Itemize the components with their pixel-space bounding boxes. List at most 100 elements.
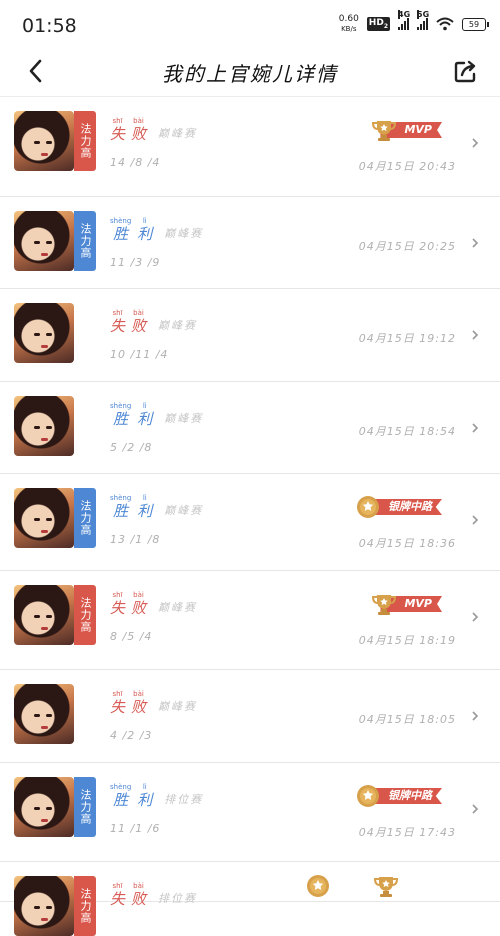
chevron-right-icon [470, 420, 480, 434]
mvp-badge: MVP [370, 115, 442, 145]
result-pinyin: shèng [110, 217, 132, 225]
result-hanzi: 胜 [113, 225, 129, 243]
status-bar: 01:58 0.60 KB/s HD2 4G 5G 59 [0, 0, 500, 48]
result-hanzi: 败 [131, 698, 147, 716]
match-result: shī 失 bài 败巅峰赛 [110, 309, 197, 335]
hero-tag: 法力高 [74, 211, 96, 271]
result-pinyin: lì [142, 783, 147, 791]
page-title: 我的上官婉儿详情 [162, 62, 338, 86]
match-row-content: shèng 胜 lì 利巅峰赛 5 /2 /8 04月15日 18:54 [0, 382, 500, 473]
game-mode: 巅峰赛 [158, 319, 198, 332]
hero-avatar [14, 396, 74, 456]
kda-score: 5 /2 /8 [110, 441, 153, 454]
result-label: shī 失 bài 败 [110, 690, 146, 716]
result-hanzi: 利 [137, 502, 153, 520]
result-label: shèng 胜 lì 利 [110, 217, 152, 243]
match-result: shī 失 bài 败排位赛 [110, 882, 197, 908]
result-pinyin: lì [142, 217, 147, 225]
share-button[interactable] [450, 54, 480, 88]
medal-icon [354, 782, 382, 810]
result-char: shī 失 [110, 309, 125, 335]
net-speed-value: 0.60 [338, 14, 359, 24]
result-pinyin: shī [112, 117, 123, 125]
result-pinyin: bài [133, 591, 144, 599]
chevron-right-icon [470, 801, 480, 815]
result-hanzi: 败 [131, 890, 147, 908]
kda-score: 14 /8 /4 [110, 156, 161, 169]
wifi-icon [436, 17, 454, 31]
chevron-right-icon [470, 609, 480, 623]
result-pinyin: shī [112, 690, 123, 698]
match-row[interactable]: 法力高 shèng 胜 lì 利排位赛 11 /1 /6 04月15日 17:43 银牌中路 [0, 763, 500, 862]
match-list: 法力高 shī 失 bài 败巅峰赛 14 /8 /4 04月15日 20:43 MVP 法力高… [0, 97, 500, 936]
share-icon [454, 60, 476, 83]
result-label: shī 失 bài 败 [110, 309, 146, 335]
mvp-badge: MVP [370, 589, 442, 619]
result-hanzi: 败 [131, 317, 147, 335]
chevron-right-icon [470, 235, 480, 249]
hero-avatar [14, 303, 74, 363]
hero-tag: 法力高 [74, 585, 96, 645]
game-mode: 巅峰赛 [164, 504, 204, 517]
hero-avatar [14, 585, 74, 645]
match-row[interactable]: 法力高 shèng 胜 lì 利巅峰赛 13 /1 /8 04月15日 18:36 银牌中路 [0, 474, 500, 571]
result-label: shèng 胜 lì 利 [110, 783, 152, 809]
match-time: 04月15日 17:43 [358, 826, 456, 839]
chevron-right-icon [470, 512, 480, 526]
result-char: lì 利 [137, 494, 152, 520]
result-char: bài 败 [131, 882, 146, 908]
result-pinyin: bài [133, 690, 144, 698]
status-icons: 0.60 KB/s HD2 4G 5G 59 [338, 10, 489, 34]
result-pinyin: shī [112, 309, 123, 317]
match-row[interactable]: 法力高 shèng 胜 lì 利巅峰赛 11 /3 /9 04月15日 20:25 [0, 197, 500, 289]
signal-4g-icon: 4G [398, 10, 410, 30]
match-row[interactable]: 法力高 shī 失 bài 败巅峰赛 8 /5 /4 04月15日 18:19 MVP [0, 571, 500, 670]
result-label: shī 失 bài 败 [110, 591, 146, 617]
trophy-icon [370, 116, 398, 144]
chevron-right-icon [470, 327, 480, 341]
match-time: 04月15日 18:54 [358, 425, 456, 438]
result-hanzi: 败 [131, 599, 147, 617]
result-hanzi: 胜 [113, 410, 129, 428]
result-hanzi: 胜 [113, 791, 129, 809]
result-char: shī 失 [110, 690, 125, 716]
match-row-content: 法力高 shèng 胜 lì 利巅峰赛 11 /3 /9 04月15日 20:25 [0, 197, 500, 288]
match-row-content: 法力高 shèng 胜 lì 利排位赛 11 /1 /6 04月15日 17:43 银牌中路 [0, 763, 500, 861]
chevron-right-icon [470, 135, 480, 149]
match-row-content: 法力高 shī 失 bài 败排位赛 [0, 862, 500, 936]
hero-tag: 法力高 [74, 777, 96, 837]
chevron-right-icon [470, 708, 480, 722]
hero-avatar [14, 876, 74, 936]
kda-score: 11 /3 /9 [110, 256, 161, 269]
game-mode: 排位赛 [158, 892, 198, 905]
match-time: 04月15日 20:43 [358, 160, 456, 173]
silver-mid-badge: 银牌中路 [354, 492, 442, 522]
result-label: shī 失 bài 败 [110, 882, 146, 908]
result-char: bài 败 [131, 117, 146, 143]
battery-icon: 59 [462, 17, 489, 31]
signal-5g-icon: 5G [417, 10, 429, 30]
match-row-content: shī 失 bài 败巅峰赛 4 /2 /3 04月15日 18:05 [0, 670, 500, 762]
status-time: 01:58 [22, 15, 77, 37]
result-pinyin: shī [112, 882, 123, 890]
silver-mid-badge: 银牌中路 [354, 781, 442, 811]
match-row[interactable]: shèng 胜 lì 利巅峰赛 5 /2 /8 04月15日 18:54 [0, 382, 500, 474]
match-time: 04月15日 18:19 [358, 634, 456, 647]
result-hanzi: 败 [131, 125, 147, 143]
kda-score: 4 /2 /3 [110, 729, 153, 742]
result-char: shèng 胜 [110, 494, 131, 520]
result-char: shèng 胜 [110, 783, 131, 809]
match-row[interactable]: 法力高 shī 失 bài 败排位赛 [0, 862, 500, 936]
result-label: shī 失 bài 败 [110, 117, 146, 143]
match-row[interactable]: shī 失 bài 败巅峰赛 4 /2 /3 04月15日 18:05 [0, 670, 500, 763]
result-hanzi: 失 [110, 698, 126, 716]
game-mode: 巅峰赛 [158, 127, 198, 140]
result-pinyin: shèng [110, 494, 132, 502]
partial-badges [304, 872, 400, 900]
match-time: 04月15日 18:05 [358, 713, 456, 726]
match-row[interactable]: shī 失 bài 败巅峰赛 10 /11 /4 04月15日 19:12 [0, 289, 500, 382]
match-result: shī 失 bài 败巅峰赛 [110, 591, 197, 617]
medal-icon [304, 872, 332, 900]
result-hanzi: 利 [137, 410, 153, 428]
match-row[interactable]: 法力高 shī 失 bài 败巅峰赛 14 /8 /4 04月15日 20:43 MVP [0, 97, 500, 197]
